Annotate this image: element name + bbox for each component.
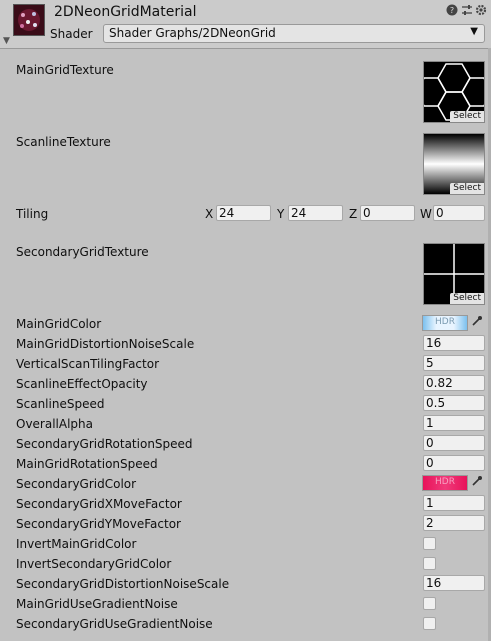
secondary-grid-x-move-factor-label: SecondaryGridXMoveFactor xyxy=(16,497,182,511)
material-title: 2DNeonGridMaterial xyxy=(54,4,197,20)
shader-dropdown[interactable]: Shader Graphs/2DNeonGrid ▼ xyxy=(103,24,485,43)
scanline-speed-field[interactable]: 0.5 xyxy=(423,395,485,411)
hdr-badge: HDR xyxy=(435,317,455,327)
secondary-grid-distortion-noise-scale-field[interactable]: 16 xyxy=(423,575,485,591)
overall-alpha-field[interactable]: 1 xyxy=(423,415,485,431)
secondary-grid-texture-label: SecondaryGridTexture xyxy=(16,245,149,259)
invert-main-grid-color-checkbox[interactable] xyxy=(423,537,436,550)
main-grid-rotation-speed-label: MainGridRotationSpeed xyxy=(16,457,158,471)
main-grid-color-field[interactable]: HDR xyxy=(422,315,468,331)
secondary-grid-texture-slot[interactable]: Select xyxy=(423,243,485,305)
secondary-grid-y-move-factor-field[interactable]: 2 xyxy=(423,515,485,531)
main-grid-color-label: MainGridColor xyxy=(16,317,102,331)
overall-alpha-label: OverallAlpha xyxy=(16,417,94,431)
secondary-grid-use-gradient-noise-checkbox[interactable] xyxy=(423,617,436,630)
main-grid-rotation-speed-field[interactable]: 0 xyxy=(423,455,485,471)
help-icon[interactable]: ? xyxy=(445,4,459,18)
scanline-effect-opacity-label: ScanlineEffectOpacity xyxy=(16,377,148,391)
main-grid-distortion-noise-scale-label: MainGridDistortionNoiseScale xyxy=(16,337,195,351)
secondary-grid-color-field[interactable]: HDR xyxy=(422,475,468,491)
settings-icon[interactable] xyxy=(474,4,488,18)
invert-secondary-grid-color-checkbox[interactable] xyxy=(423,557,436,570)
shader-dropdown-value: Shader Graphs/2DNeonGrid xyxy=(109,26,276,40)
select-button[interactable]: Select xyxy=(450,293,484,304)
secondary-grid-use-gradient-noise-label: SecondaryGridUseGradientNoise xyxy=(16,617,213,631)
scanline-texture-label: ScanlineTexture xyxy=(16,135,111,149)
secondary-grid-distortion-noise-scale-label: SecondaryGridDistortionNoiseScale xyxy=(16,577,230,591)
tiling-w-label: W xyxy=(420,207,432,221)
svg-text:?: ? xyxy=(450,6,454,15)
secondary-grid-rotation-speed-field[interactable]: 0 xyxy=(423,435,485,451)
eyedropper-icon[interactable] xyxy=(470,315,484,330)
main-grid-texture-label: MainGridTexture xyxy=(16,63,114,77)
tiling-y-field[interactable]: 24 xyxy=(288,205,343,221)
foldout-arrow-icon[interactable]: ▼ xyxy=(3,36,10,46)
invert-main-grid-color-label: InvertMainGridColor xyxy=(16,537,137,551)
tiling-z-label: Z xyxy=(349,207,358,221)
select-button[interactable]: Select xyxy=(450,183,484,194)
chevron-down-icon: ▼ xyxy=(470,26,478,37)
preset-icon[interactable] xyxy=(460,4,474,18)
tiling-w-field[interactable]: 0 xyxy=(433,205,485,221)
main-grid-distortion-noise-scale-field[interactable]: 16 xyxy=(423,335,485,351)
scanline-effect-opacity-field[interactable]: 0.82 xyxy=(423,375,485,391)
secondary-grid-y-move-factor-label: SecondaryGridYMoveFactor xyxy=(16,517,181,531)
main-grid-texture-slot[interactable]: Select xyxy=(423,61,485,123)
secondary-grid-x-move-factor-field[interactable]: 1 xyxy=(423,495,485,511)
shader-label: Shader xyxy=(50,27,93,41)
tiling-x-field[interactable]: 24 xyxy=(216,205,271,221)
scanline-speed-label: ScanlineSpeed xyxy=(16,397,105,411)
vertical-scan-tiling-factor-field[interactable]: 5 xyxy=(423,355,485,371)
main-grid-use-gradient-noise-checkbox[interactable] xyxy=(423,597,436,610)
vertical-scan-tiling-factor-label: VerticalScanTilingFactor xyxy=(16,357,160,371)
tiling-y-label: Y xyxy=(277,207,285,221)
material-preview-thumbnail[interactable] xyxy=(13,4,45,36)
invert-secondary-grid-color-label: InvertSecondaryGridColor xyxy=(16,557,172,571)
secondary-grid-color-label: SecondaryGridColor xyxy=(16,477,137,491)
main-grid-use-gradient-noise-label: MainGridUseGradientNoise xyxy=(16,597,178,611)
tiling-z-field[interactable]: 0 xyxy=(360,205,415,221)
secondary-grid-rotation-speed-label: SecondaryGridRotationSpeed xyxy=(16,437,193,451)
hdr-badge: HDR xyxy=(435,477,455,487)
tiling-label: Tiling xyxy=(16,207,49,221)
tiling-x-label: X xyxy=(205,207,214,221)
scanline-texture-slot[interactable]: Select xyxy=(423,133,485,195)
eyedropper-icon[interactable] xyxy=(470,475,484,490)
select-button[interactable]: Select xyxy=(450,111,484,122)
